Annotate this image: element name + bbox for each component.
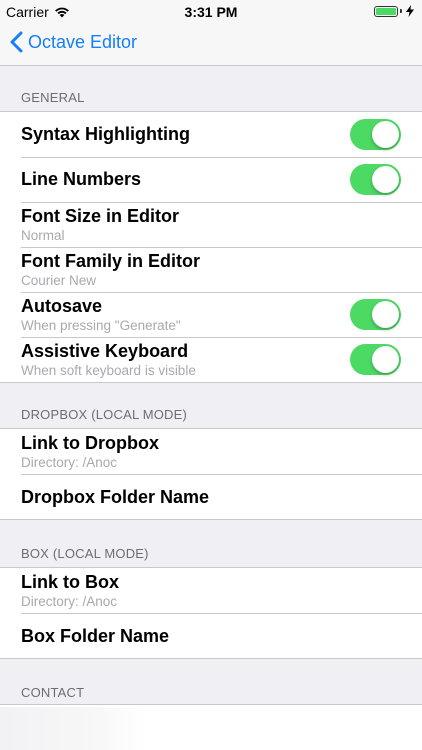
chevron-left-icon xyxy=(10,31,23,53)
row-box-folder-name[interactable]: Box Folder Name xyxy=(0,613,422,658)
row-dropbox-folder-name[interactable]: Dropbox Folder Name xyxy=(0,474,422,519)
section-header-contact: CONTACT xyxy=(21,685,85,700)
navigation-bar: Octave Editor xyxy=(0,22,422,66)
syntax-highlighting-toggle[interactable] xyxy=(350,119,401,150)
row-line-numbers: Line Numbers xyxy=(0,157,422,202)
toggle-knob xyxy=(372,166,399,193)
row-autosave: Autosave When pressing "Generate" xyxy=(0,292,422,337)
row-subtitle: When soft keyboard is visible xyxy=(21,363,196,378)
row-title: Line Numbers xyxy=(21,169,142,189)
group-contact xyxy=(0,704,422,750)
row-title: Autosave xyxy=(21,296,103,316)
row-title: Link to Dropbox xyxy=(21,433,159,453)
toggle-knob xyxy=(372,301,399,328)
row-font-family[interactable]: Font Family in Editor Courier New xyxy=(0,247,422,292)
row-title: Dropbox Folder Name xyxy=(21,487,210,507)
back-button[interactable]: Octave Editor xyxy=(10,31,137,53)
line-numbers-toggle[interactable] xyxy=(350,164,401,195)
row-font-size[interactable]: Font Size in Editor Normal xyxy=(0,202,422,247)
row-subtitle: Normal xyxy=(21,228,65,243)
back-button-label: Octave Editor xyxy=(28,31,138,52)
row-assistive-keyboard: Assistive Keyboard When soft keyboard is… xyxy=(0,337,422,382)
charging-bolt-icon xyxy=(406,5,414,17)
row-subtitle: When pressing "Generate" xyxy=(21,318,181,333)
row-subtitle: Directory: /Anoc xyxy=(21,594,118,609)
row-subtitle: Courier New xyxy=(21,273,97,288)
row-title: Font Size in Editor xyxy=(21,206,179,226)
row-title: Link to Box xyxy=(21,572,119,592)
blurred-row[interactable] xyxy=(0,707,150,750)
row-title: Font Family in Editor xyxy=(21,251,200,271)
battery-icon xyxy=(374,5,414,17)
autosave-toggle[interactable] xyxy=(350,299,401,330)
battery-body xyxy=(374,5,398,17)
toggle-knob xyxy=(372,346,399,373)
group-dropbox: Link to Dropbox Directory: /Anoc Dropbox… xyxy=(0,428,422,520)
row-syntax-highlighting: Syntax Highlighting xyxy=(0,112,422,157)
battery-fill xyxy=(376,7,396,15)
row-title: Assistive Keyboard xyxy=(21,341,189,361)
row-title: Syntax Highlighting xyxy=(21,124,190,144)
row-subtitle: Directory: /Anoc xyxy=(21,455,118,470)
section-header-box: BOX (LOCAL MODE) xyxy=(21,546,149,561)
group-box: Link to Box Directory: /Anoc Box Folder … xyxy=(0,567,422,659)
row-link-to-box[interactable]: Link to Box Directory: /Anoc xyxy=(0,568,422,613)
group-general: Syntax Highlighting Line Numbers Font Si… xyxy=(0,111,422,383)
toggle-knob xyxy=(372,121,399,148)
section-header-general: GENERAL xyxy=(21,90,85,105)
section-header-dropbox: DROPBOX (LOCAL MODE) xyxy=(21,407,188,422)
battery-tip xyxy=(400,9,402,13)
status-bar: Carrier 3:31 PM xyxy=(0,0,422,22)
row-title: Box Folder Name xyxy=(21,626,170,646)
row-link-to-dropbox[interactable]: Link to Dropbox Directory: /Anoc xyxy=(0,429,422,474)
status-time: 3:31 PM xyxy=(184,4,238,20)
assistive-keyboard-toggle[interactable] xyxy=(350,344,401,375)
